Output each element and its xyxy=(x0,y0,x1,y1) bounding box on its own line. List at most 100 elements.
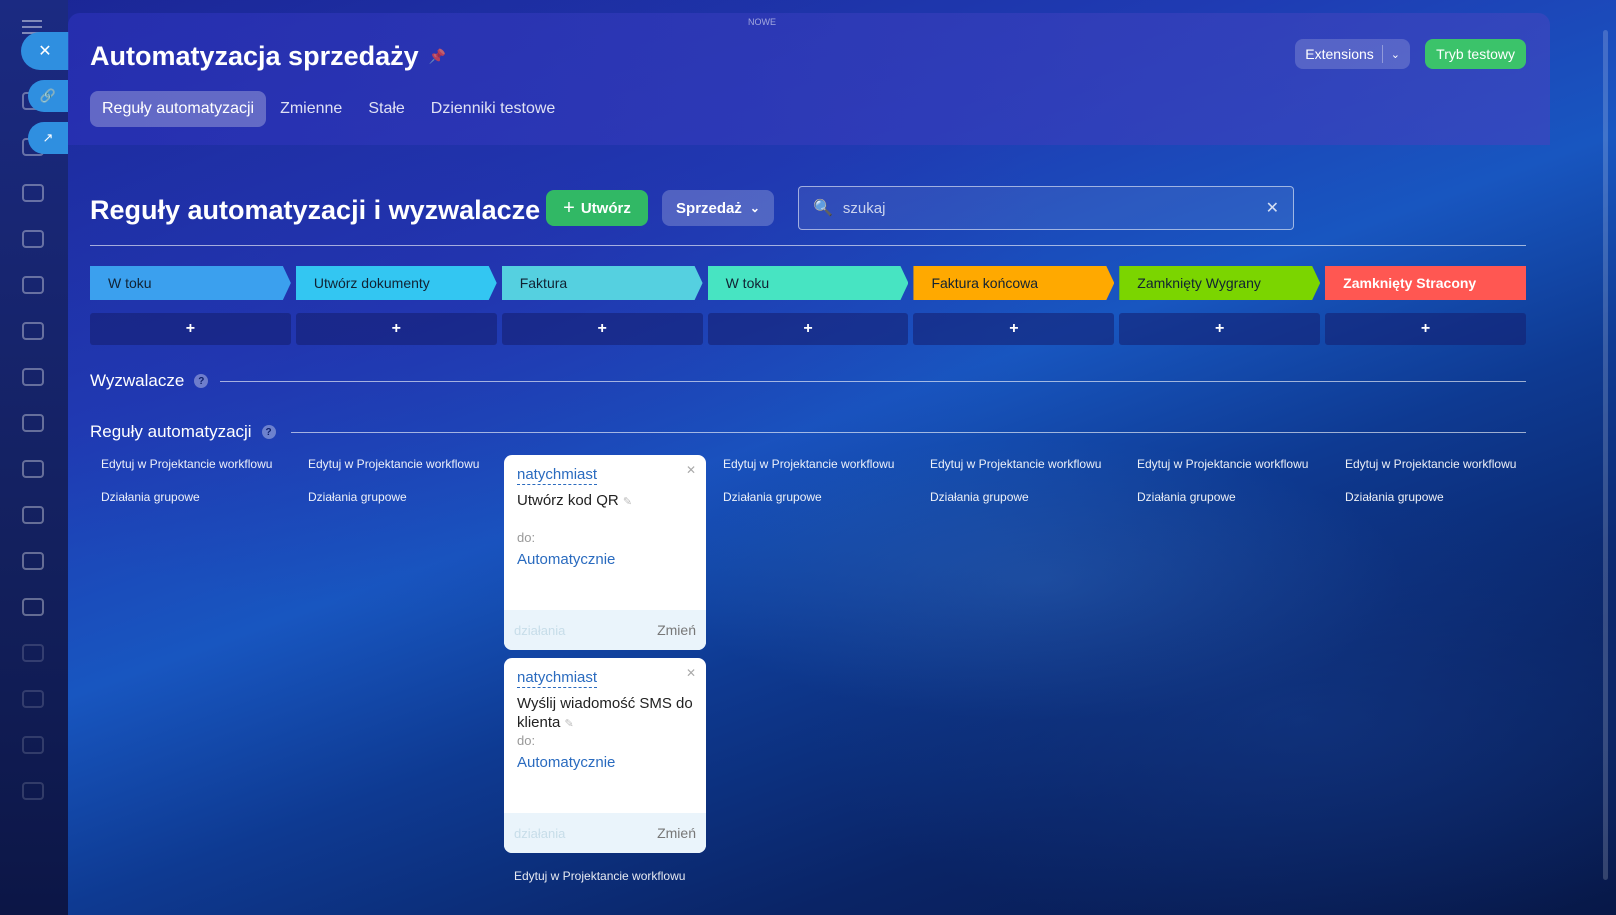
rule-timing[interactable]: natychmiast xyxy=(517,466,598,485)
page-title: Automatyzacja sprzedaży 📌 xyxy=(90,41,446,72)
edit-in-designer-link[interactable]: Edytuj w Projektancie workflowu xyxy=(90,458,292,470)
rule-name: Utwórz kod QR ✎ xyxy=(517,491,697,512)
close-icon[interactable]: ✕ xyxy=(686,666,696,680)
rule-card[interactable]: ✕ natychmiast Utwórz kod QR ✎ do: Automa… xyxy=(504,455,706,650)
tab-variables[interactable]: Zmienne xyxy=(268,91,354,127)
divider xyxy=(220,381,1526,382)
stage-in-progress-2[interactable]: W toku xyxy=(708,266,909,300)
drive-icon[interactable] xyxy=(22,230,44,248)
actions-label: działania xyxy=(514,622,566,638)
divider xyxy=(90,245,1526,246)
stage-row: W toku Utwórz dokumenty Faktura W toku F… xyxy=(90,266,1527,300)
copy-link-button[interactable]: 🔗 xyxy=(28,80,68,112)
target-icon[interactable] xyxy=(22,736,44,754)
plus-icon: + xyxy=(563,196,575,219)
help-icon[interactable]: ? xyxy=(194,374,209,388)
rule-responsible[interactable]: Automatycznie xyxy=(517,754,615,771)
extensions-button[interactable]: Extensions ⌄ xyxy=(1295,39,1410,69)
rules-column: Edytuj w Projektancie workflowu Działani… xyxy=(919,458,1121,503)
pipeline-label: Sprzedaż xyxy=(676,199,742,217)
edit-in-designer-link[interactable]: Edytuj w Projektancie workflowu xyxy=(1334,458,1536,470)
stage-create-documents[interactable]: Utwórz dokumenty xyxy=(296,266,497,300)
clear-icon[interactable]: ✕ xyxy=(1266,198,1279,218)
mail-icon[interactable] xyxy=(22,322,44,340)
add-button[interactable]: + xyxy=(501,313,703,345)
tab-test-logs[interactable]: Dzienniki testowe xyxy=(419,91,568,127)
rule-to-label: do: xyxy=(517,530,536,545)
group-actions-link[interactable]: Działania grupowe xyxy=(90,491,292,503)
scrollbar[interactable] xyxy=(1603,30,1608,880)
group-actions-link[interactable]: Działania grupowe xyxy=(712,491,914,503)
pencil-icon[interactable]: ✎ xyxy=(565,718,574,730)
document-icon[interactable] xyxy=(22,276,44,294)
group-actions-link[interactable]: Działania grupowe xyxy=(1126,491,1328,503)
hexagon-icon[interactable] xyxy=(22,414,44,432)
news-feed-icon[interactable] xyxy=(22,598,44,616)
pin-icon[interactable]: 📌 xyxy=(429,48,446,65)
rules-section: Reguły automatyzacji ? xyxy=(90,422,276,442)
tab-bar: Reguły automatyzacji Zmienne Stałe Dzien… xyxy=(90,91,567,127)
stage-closed-won[interactable]: Zamknięty Wygrany xyxy=(1119,266,1320,300)
test-mode-button[interactable]: Tryb testowy xyxy=(1425,39,1526,69)
search-input[interactable] xyxy=(842,199,1256,217)
pencil-icon[interactable]: ✎ xyxy=(623,496,632,508)
chevron-down-icon[interactable]: ⌄ xyxy=(1391,48,1400,61)
edit-in-designer-link[interactable]: Edytuj w Projektancie workflowu xyxy=(514,869,685,883)
close-panel-button[interactable]: ✕ xyxy=(21,32,69,70)
section-heading: Reguły automatyzacji i wyzwalacze xyxy=(90,195,541,225)
chevron-down-icon: ⌄ xyxy=(749,201,760,215)
rule-card-footer: działania Zmień xyxy=(504,610,706,650)
tab-automation-rules[interactable]: Reguły automatyzacji xyxy=(90,91,267,127)
schedule-icon[interactable] xyxy=(22,782,44,800)
close-icon[interactable]: ✕ xyxy=(686,463,696,477)
link-icon: 🔗 xyxy=(39,88,57,103)
add-button[interactable]: + xyxy=(913,313,1115,345)
search-icon: 🔍 xyxy=(813,200,833,217)
pipeline-select[interactable]: Sprzedaż ⌄ xyxy=(662,190,774,226)
stage-final-invoice[interactable]: Faktura końcowa xyxy=(913,266,1114,300)
rule-name-text: Wyślij wiadomość SMS do klienta xyxy=(517,695,693,731)
edit-in-designer-link[interactable]: Edytuj w Projektancie workflowu xyxy=(712,458,914,470)
change-link[interactable]: Zmień xyxy=(657,622,696,638)
stage-invoice[interactable]: Faktura xyxy=(502,266,703,300)
contacts-icon[interactable] xyxy=(22,368,44,386)
add-button[interactable]: + xyxy=(1119,313,1321,345)
page-title-text: Automatyzacja sprzedaży xyxy=(90,41,419,71)
calendar-icon[interactable] xyxy=(22,552,44,570)
rule-card[interactable]: ✕ natychmiast Wyślij wiadomość SMS do kl… xyxy=(504,658,706,853)
triggers-section: Wyzwalacze ? xyxy=(90,371,209,391)
rule-timing[interactable]: natychmiast xyxy=(517,669,598,688)
task-icon[interactable] xyxy=(22,506,44,524)
stage-in-progress[interactable]: W toku xyxy=(90,266,291,300)
filter-icon[interactable] xyxy=(22,644,44,662)
edit-in-designer-link[interactable]: Edytuj w Projektancie workflowu xyxy=(297,458,499,470)
board-icon[interactable] xyxy=(22,460,44,478)
shop-icon[interactable] xyxy=(22,690,44,708)
rule-responsible[interactable]: Automatycznie xyxy=(517,551,615,568)
open-new-window-button[interactable]: ↗ xyxy=(28,122,68,154)
rule-to-label: do: xyxy=(517,733,536,748)
automation-panel: NOWE Automatyzacja sprzedaży 📌 Extension… xyxy=(68,13,1550,915)
panel-content: Reguły automatyzacji i wyzwalacze + Utwó… xyxy=(68,145,1550,915)
stage-closed-lost[interactable]: Zamknięty Stracony xyxy=(1325,266,1527,300)
add-button[interactable]: + xyxy=(1325,313,1527,345)
group-actions-link[interactable]: Działania grupowe xyxy=(1334,491,1536,503)
tab-constants[interactable]: Stałe xyxy=(356,91,416,127)
rule-name-text: Utwórz kod QR xyxy=(517,492,619,509)
create-button[interactable]: + Utwórz xyxy=(546,190,648,226)
add-button[interactable]: + xyxy=(295,313,497,345)
edit-in-designer-link[interactable]: Edytuj w Projektancie workflowu xyxy=(1126,458,1328,470)
divider xyxy=(291,432,1526,433)
group-actions-link[interactable]: Działania grupowe xyxy=(919,491,1121,503)
panel-header: NOWE Automatyzacja sprzedaży 📌 Extension… xyxy=(68,13,1550,145)
rules-column: Edytuj w Projektancie workflowu Działani… xyxy=(90,458,292,503)
divider xyxy=(1381,45,1383,63)
group-actions-link[interactable]: Działania grupowe xyxy=(297,491,499,503)
chat-icon[interactable] xyxy=(22,184,44,202)
external-link-icon: ↗ xyxy=(42,130,54,145)
change-link[interactable]: Zmień xyxy=(657,825,696,841)
add-button[interactable]: + xyxy=(90,313,291,345)
add-button[interactable]: + xyxy=(707,313,909,345)
help-icon[interactable]: ? xyxy=(261,425,276,439)
edit-in-designer-link[interactable]: Edytuj w Projektancie workflowu xyxy=(919,458,1121,470)
